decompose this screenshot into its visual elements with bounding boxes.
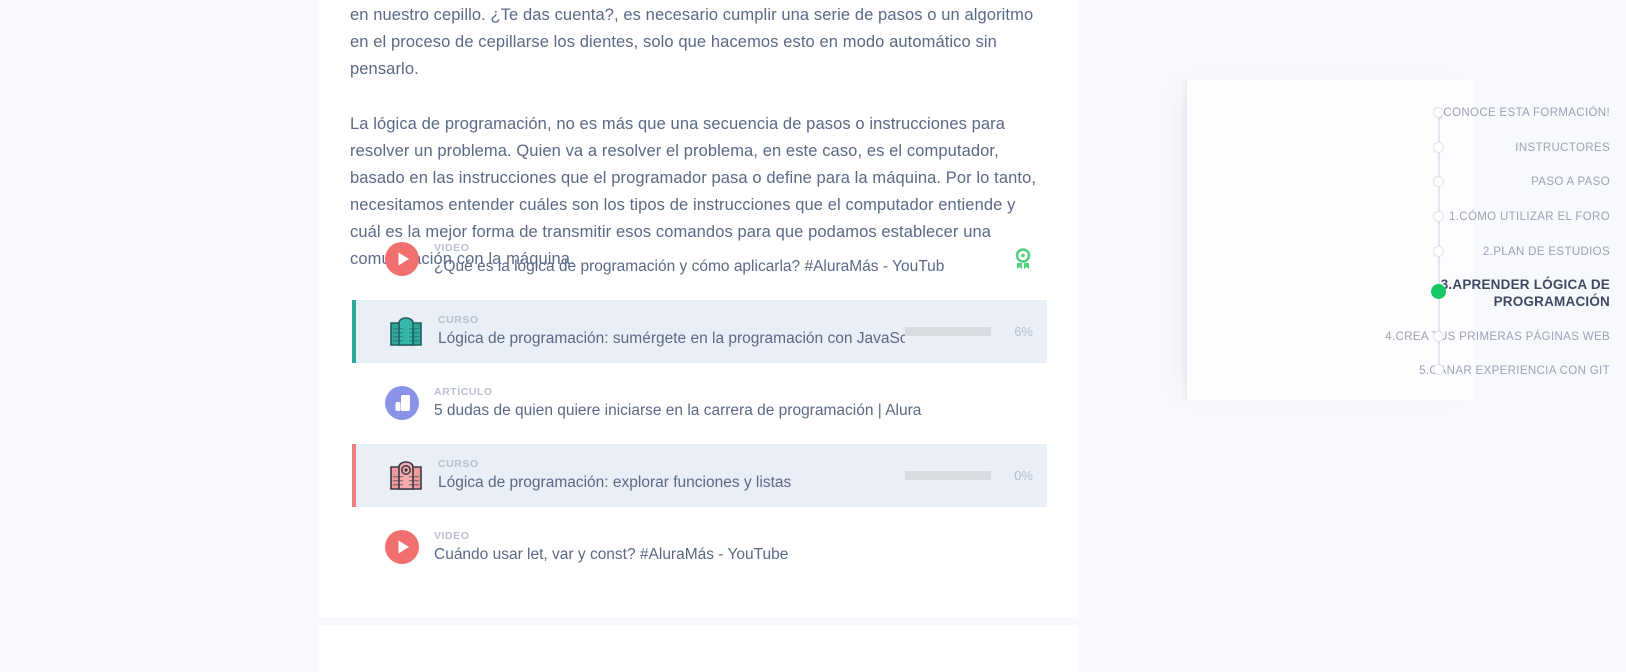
- timeline-dot-2[interactable]: [1433, 176, 1444, 187]
- page-root: en nuestro cepillo. ¿Te das cuenta?, es …: [0, 0, 1626, 672]
- timeline-item-4[interactable]: 2.Plan de estudios: [1339, 245, 1626, 260]
- timeline-item-label: 1.Cómo utilizar el foro: [1449, 211, 1610, 223]
- list-item[interactable]: CURSO Lógica de programación: sumérgete …: [352, 300, 1047, 363]
- timeline-dot-7[interactable]: [1433, 364, 1444, 375]
- list-item[interactable]: ARTÍCULO 5 dudas de quien quiere iniciar…: [352, 372, 1047, 434]
- open-book-rose-icon: [388, 458, 424, 494]
- list-item-kind: VIDEO: [434, 241, 470, 254]
- progress-percent: 0%: [1014, 468, 1033, 483]
- timeline-item-6[interactable]: 4.Crea tus primeras páginas web: [1339, 330, 1626, 345]
- timeline-item-0[interactable]: ¡Conoce esta formación!: [1339, 106, 1626, 121]
- list-item-kind: CURSO: [438, 458, 479, 470]
- timeline-item-5[interactable]: 3.Aprender lógica de programación: [1339, 276, 1626, 310]
- progress-percent: 6%: [1014, 324, 1033, 339]
- list-item-title: Cuándo usar let, var y const? #AluraMás …: [434, 545, 789, 563]
- timeline-item-2[interactable]: Paso a paso: [1339, 175, 1626, 190]
- timeline-item-label: 3.Aprender lógica de programación: [1440, 277, 1610, 309]
- list-item-title: Lógica de programación: explorar funcion…: [438, 474, 792, 491]
- progress-group: 0%: [905, 468, 1047, 483]
- list-item-kind: ARTÍCULO: [434, 385, 493, 398]
- timeline-item-7[interactable]: 5.Ganar experiencia con Git: [1339, 364, 1626, 379]
- timeline-dot-0[interactable]: [1433, 107, 1444, 118]
- list-item[interactable]: VIDEO ¿Qué es la lógica de programación …: [352, 228, 1047, 290]
- timeline-item-1[interactable]: Instructores: [1339, 141, 1626, 156]
- timeline-dot-5[interactable]: [1431, 284, 1446, 299]
- next-section-card: [319, 625, 1079, 672]
- timeline-dot-1[interactable]: [1433, 142, 1444, 153]
- resource-list: VIDEO ¿Qué es la lógica de programación …: [352, 228, 1047, 588]
- list-item-text: VIDEO Cuándo usar let, var y const? #Alu…: [434, 530, 1047, 565]
- play-circle-icon: [384, 529, 420, 565]
- list-item-title: ¿Qué es la lógica de programación y cómo…: [434, 257, 945, 275]
- article-card: en nuestro cepillo. ¿Te das cuenta?, es …: [319, 0, 1079, 617]
- timeline-dot-3[interactable]: [1433, 211, 1444, 222]
- timeline-item-label: 2.Plan de estudios: [1482, 246, 1610, 258]
- timeline-item-label: Paso a paso: [1531, 176, 1610, 188]
- article-paragraph: en nuestro cepillo. ¿Te das cuenta?, es …: [350, 6, 1034, 78]
- list-item-title: Lógica de programación: sumérgete en la …: [438, 330, 905, 347]
- progress-group: 6%: [905, 324, 1047, 339]
- list-item-text: CURSO Lógica de programación: sumérgete …: [438, 314, 905, 349]
- list-item[interactable]: CURSO Lógica de programación: explorar f…: [352, 444, 1047, 507]
- list-item-text: CURSO Lógica de programación: explorar f…: [438, 458, 905, 493]
- progress-bar: [905, 327, 991, 336]
- timeline-item-label: 5.Ganar experiencia con Git: [1419, 365, 1610, 377]
- list-item-text: ARTÍCULO 5 dudas de quien quiere iniciar…: [434, 386, 1047, 421]
- play-circle-icon: [384, 241, 420, 277]
- list-item-kind: CURSO: [438, 314, 479, 326]
- timeline-item-label: 4.Crea tus primeras páginas web: [1385, 331, 1610, 343]
- list-item-title: 5 dudas de quien quiere iniciarse en la …: [434, 401, 922, 419]
- document-circle-icon: [384, 385, 420, 421]
- progress-bar: [905, 471, 991, 480]
- list-item-text: VIDEO ¿Qué es la lógica de programación …: [434, 242, 1013, 277]
- timeline-dot-4[interactable]: [1433, 246, 1444, 257]
- timeline-item-label: Instructores: [1515, 142, 1610, 154]
- award-ribbon-icon: [1013, 248, 1033, 270]
- open-book-teal-icon: [388, 314, 424, 350]
- course-timeline-panel: [1181, 80, 1474, 400]
- timeline-item-label: ¡Conoce esta formación!: [1439, 107, 1610, 119]
- timeline-item-3[interactable]: 1.Cómo utilizar el foro: [1339, 210, 1626, 225]
- timeline-dot-6[interactable]: [1433, 331, 1444, 342]
- list-item[interactable]: VIDEO Cuándo usar let, var y const? #Alu…: [352, 516, 1047, 578]
- list-item-kind: VIDEO: [434, 529, 470, 542]
